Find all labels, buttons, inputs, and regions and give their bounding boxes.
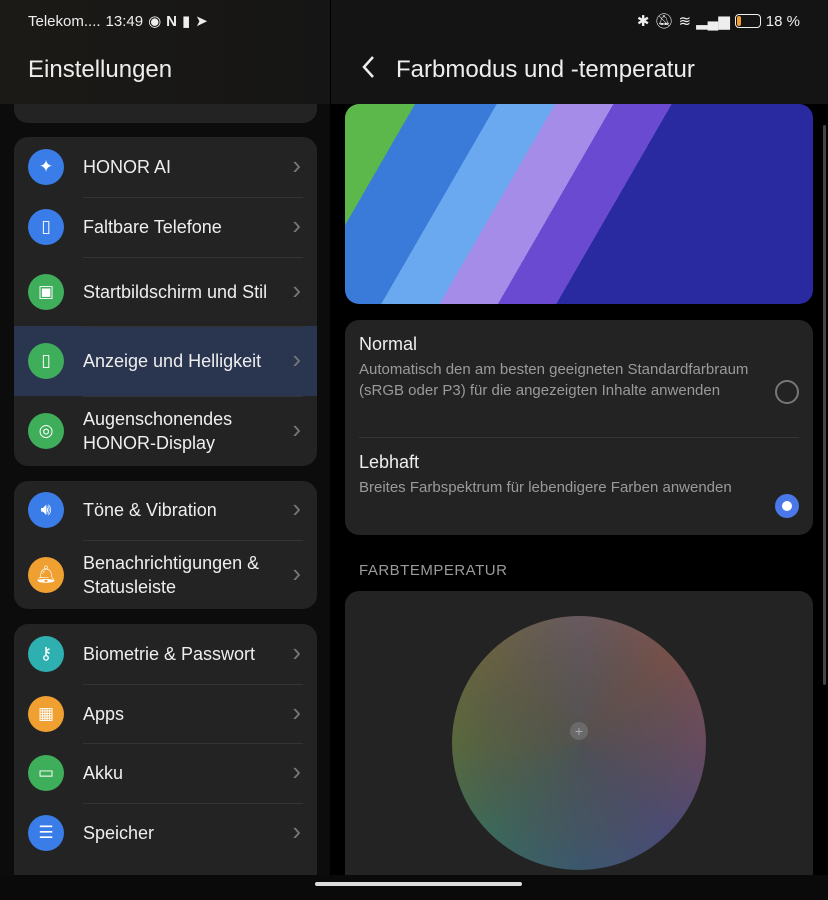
divider — [83, 396, 303, 397]
settings-panel: Telekom.... 13:49 ◉ N ▮ ➤ Einstellungen … — [0, 0, 330, 875]
chevron-left-icon — [362, 56, 374, 78]
carrier: Telekom.... — [28, 12, 101, 30]
radio-button[interactable] — [775, 380, 799, 404]
chevron-right-icon: › — [292, 274, 301, 305]
status-bar-right: ✱ 🔕︎ ≋ ▂▄▆ 18 % — [636, 12, 800, 31]
settings-item-label: Faltbare Telefone — [83, 217, 222, 237]
divider — [83, 803, 303, 804]
settings-item-label: Startbildschirm und Stil — [83, 282, 268, 302]
settings-item-label: Benachrichtigungen & Statusleiste — [83, 553, 260, 597]
back-button[interactable] — [361, 54, 377, 87]
navigation-bar — [0, 875, 828, 900]
color-temperature-card: + — [345, 591, 813, 875]
settings-item-label: Töne & Vibration — [83, 500, 217, 520]
settings-item[interactable]: ▯ Faltbare Telefone › — [14, 197, 317, 257]
settings-item[interactable]: ▦ Apps › — [14, 684, 317, 744]
bell-icon: 🔔︎ — [28, 557, 64, 593]
display-icon: ▯ — [28, 343, 64, 379]
bluetooth-icon: ✱ — [636, 13, 650, 30]
nfc-icon: N — [166, 12, 178, 30]
chevron-right-icon: › — [292, 557, 301, 588]
chevron-right-icon: › — [292, 636, 301, 667]
battery-icon — [734, 14, 761, 28]
option-title: Lebhaft — [359, 452, 420, 472]
storage-icon: ☰ — [28, 815, 64, 851]
color-preview-image — [345, 104, 813, 304]
status-bar-left: Telekom.... 13:49 ◉ N ▮ ➤ — [28, 12, 208, 31]
page-title: Einstellungen — [28, 56, 173, 83]
home-gesture-handle[interactable] — [315, 882, 522, 886]
eye-icon: ◉ — [148, 13, 162, 30]
apps-grid-icon: ▦ — [28, 696, 64, 732]
battery-icon: ▭ — [28, 755, 64, 791]
settings-item[interactable]: ⚷ Biometrie & Passwort › — [14, 624, 317, 684]
section-label: FARBTEMPERATUR — [359, 562, 508, 579]
color-temperature-wheel[interactable] — [452, 616, 706, 870]
image-icon: ▣ — [28, 274, 64, 310]
settings-item-label: HONOR AI — [83, 157, 172, 177]
divider — [83, 540, 303, 541]
detail-header: ✱ 🔕︎ ≋ ▂▄▆ 18 % Farbmodus und -temperatu… — [331, 0, 828, 104]
divider — [83, 684, 303, 685]
settings-item[interactable]: ▣ Startbildschirm und Stil › — [14, 257, 317, 327]
color-mode-option[interactable]: Normal Automatisch den am besten geeignet… — [345, 334, 813, 404]
settings-item-label: Anzeige und Helligkeit — [83, 351, 262, 371]
eye-comfort-icon: ◎ — [28, 413, 64, 449]
settings-header: Telekom.... 13:49 ◉ N ▮ ➤ Einstellungen — [0, 0, 330, 104]
settings-item[interactable]: ◎ Augenschonendes HONOR-Display › — [14, 396, 317, 466]
chevron-right-icon: › — [292, 209, 301, 240]
option-description: Automatisch den am besten geeigneten Sta… — [359, 361, 749, 399]
battery-percent: 18 % — [765, 12, 800, 30]
chevron-right-icon: › — [292, 696, 301, 727]
radio-button[interactable] — [775, 494, 799, 518]
chevron-right-icon: › — [292, 149, 301, 180]
settings-group: 🔊︎ Töne & Vibration › 🔔︎ Benachrichtigungen … — [14, 481, 317, 609]
settings-group: ⚷ Biometrie & Passwort › ▦ Apps › ▭ Akku › ☰ Speic… — [14, 624, 317, 875]
chevron-right-icon: › — [292, 755, 301, 786]
settings-item[interactable]: ☰ Speicher › — [14, 803, 317, 863]
settings-item[interactable]: ▯ Anzeige und Helligkeit › — [14, 326, 317, 396]
settings-item-label: Speicher — [83, 823, 155, 843]
option-description: Breites Farbspektrum für lebendigere Far… — [359, 479, 732, 496]
clock: 13:49 — [105, 12, 144, 30]
settings-group: ✦ HONOR AI › ▯ Faltbare Telefone › ▣ Startbilds… — [14, 137, 317, 466]
settings-item[interactable]: 🔊︎ Töne & Vibration › — [14, 481, 317, 540]
temperature-handle[interactable]: + — [570, 722, 588, 740]
option-title: Normal — [359, 334, 418, 354]
settings-item[interactable]: ✦ HONOR AI › — [14, 137, 317, 197]
divider — [83, 326, 303, 327]
settings-item-label: Biometrie & Passwort — [83, 644, 256, 664]
chevron-right-icon: › — [292, 815, 301, 846]
location-arrow-icon: ➤ — [195, 13, 208, 30]
divider — [359, 437, 799, 438]
bell-muted-icon: 🔕︎ — [654, 13, 674, 30]
battery-alert-icon: ▮ — [182, 13, 191, 30]
divider — [83, 257, 303, 258]
signal-icon: ▂▄▆ — [696, 13, 730, 30]
chevron-right-icon: › — [292, 492, 301, 523]
key-icon: ⚷ — [28, 636, 64, 672]
color-mode-card: Normal Automatisch den am besten geeignet… — [345, 320, 813, 535]
wifi-icon: ≋ — [678, 13, 692, 30]
settings-item-label: Apps — [83, 704, 125, 724]
divider — [83, 743, 303, 744]
chevron-right-icon: › — [292, 343, 301, 374]
scrollbar[interactable] — [823, 125, 826, 685]
page-title: Farbmodus und -temperatur — [396, 56, 695, 83]
speaker-icon: 🔊︎ — [28, 492, 64, 528]
fold-phone-icon: ▯ — [28, 209, 64, 245]
settings-item-label: Akku — [83, 763, 124, 783]
settings-item[interactable]: ▭ Akku › — [14, 743, 317, 803]
chevron-right-icon: › — [292, 413, 301, 444]
divider — [83, 197, 303, 198]
detail-panel: ✱ 🔕︎ ≋ ▂▄▆ 18 % Farbmodus und -temperatu… — [331, 0, 828, 875]
settings-item-label: Augenschonendes HONOR-Display — [83, 409, 233, 453]
sparkle-icon: ✦ — [28, 149, 64, 185]
settings-item[interactable]: 🔔︎ Benachrichtigungen & Statusleiste › — [14, 540, 317, 609]
color-mode-option[interactable]: Lebhaft Breites Farbspektrum für lebendig… — [345, 452, 813, 518]
